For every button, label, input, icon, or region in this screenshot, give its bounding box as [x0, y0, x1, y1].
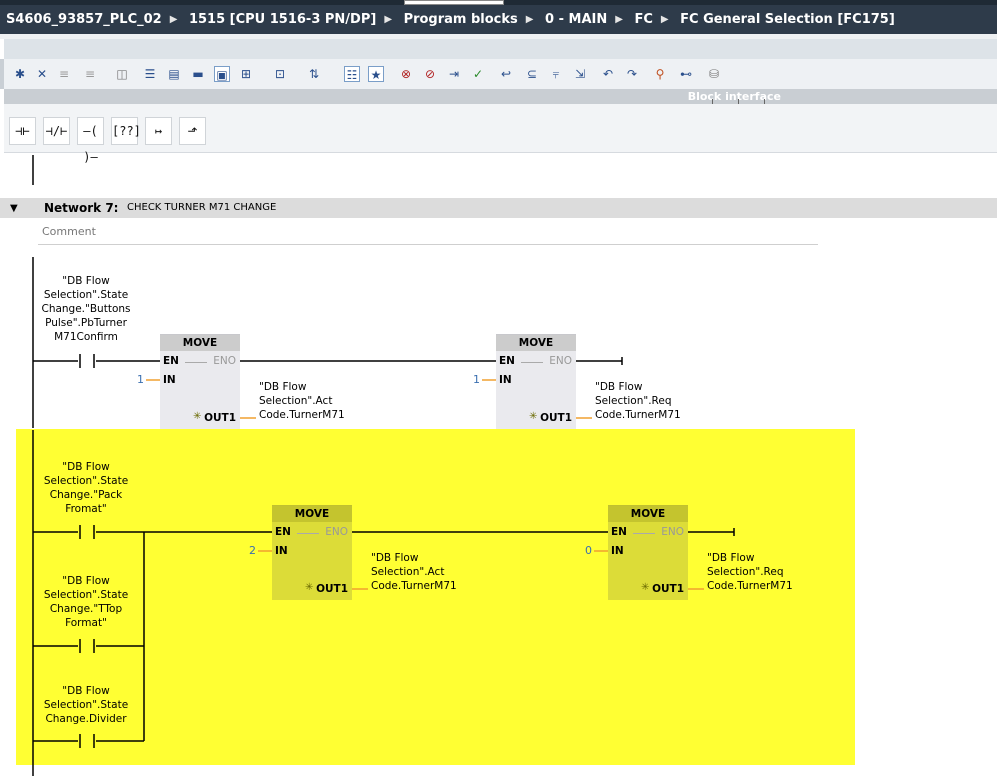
move-title: MOVE	[496, 335, 576, 351]
eno-pin: ENO	[661, 526, 684, 538]
operand-line: "DB Flow	[62, 275, 110, 287]
operand-line: Selection".Act	[259, 395, 333, 407]
en-pin: EN	[275, 526, 291, 538]
in-pin: IN	[163, 374, 176, 386]
out1-pin: OUT1	[316, 583, 348, 595]
in-pin: IN	[611, 545, 624, 557]
rung2-move2-out-operand[interactable]: "DB Flow Selection".Req Code.TurnerM71	[707, 551, 793, 593]
operand-line: Code.TurnerM71	[595, 409, 681, 421]
en-eno-line	[185, 362, 207, 363]
operand-line: Pulse".PbTurner	[45, 317, 127, 329]
add-output-icon[interactable]: ✳	[305, 582, 313, 593]
operand-line: Selection".Act	[371, 566, 445, 578]
out1-pin: OUT1	[204, 412, 236, 424]
eno-pin: ENO	[213, 355, 236, 367]
rung1-move2-box[interactable]: MOVE EN ENO IN ✳ OUT1	[496, 334, 576, 429]
operand-line: Code.TurnerM71	[371, 580, 457, 592]
in-pin: IN	[275, 545, 288, 557]
in-pin: IN	[499, 374, 512, 386]
move-title: MOVE	[160, 335, 240, 351]
en-pin: EN	[611, 526, 627, 538]
rung2-move1-out-operand[interactable]: "DB Flow Selection".Act Code.TurnerM71	[371, 551, 457, 593]
en-eno-line	[521, 362, 543, 363]
operand-line: Change.Divider	[45, 713, 127, 725]
eno-pin: ENO	[325, 526, 348, 538]
add-output-icon[interactable]: ✳	[641, 582, 649, 593]
operand-line: Selection".State	[43, 475, 129, 487]
en-pin: EN	[163, 355, 179, 367]
operand-line: Code.TurnerM71	[707, 580, 793, 592]
en-eno-line	[297, 533, 319, 534]
rung1-move1-in-value[interactable]: 1	[130, 373, 144, 386]
operand-line: Selection".State	[43, 589, 129, 601]
add-output-icon[interactable]: ✳	[529, 411, 537, 422]
rung2-move2-box[interactable]: MOVE EN ENO IN ✳ OUT1	[608, 505, 688, 600]
en-pin: EN	[499, 355, 515, 367]
rung1-move2-out-operand[interactable]: "DB Flow Selection".Req Code.TurnerM71	[595, 380, 681, 422]
operand-line: Selection".State	[43, 699, 129, 711]
rung2-contact1-operand[interactable]: "DB Flow Selection".State Change."Pack F…	[24, 460, 148, 516]
rung2-move1-in-value[interactable]: 2	[242, 544, 256, 557]
operand-line: "DB Flow	[62, 461, 110, 473]
rung2-contact2-operand[interactable]: "DB Flow Selection".State Change."TTop F…	[24, 574, 148, 630]
rung2-move2-in-value[interactable]: 0	[578, 544, 592, 557]
operand-line: "DB Flow	[595, 381, 643, 393]
rung2-move1-box[interactable]: MOVE EN ENO IN ✳ OUT1	[272, 505, 352, 600]
move-title: MOVE	[608, 506, 688, 522]
rung1-move2-in-value[interactable]: 1	[466, 373, 480, 386]
operand-line: "DB Flow	[371, 552, 419, 564]
operand-line: "DB Flow	[259, 381, 307, 393]
rung1-contact-operand[interactable]: "DB Flow Selection".State Change."Button…	[24, 274, 148, 344]
eno-pin: ENO	[549, 355, 572, 367]
operand-line: Change."Buttons	[41, 303, 131, 315]
add-output-icon[interactable]: ✳	[193, 411, 201, 422]
out1-pin: OUT1	[652, 583, 684, 595]
operand-line: Change."TTop	[49, 603, 123, 615]
operand-line: Selection".State	[43, 289, 129, 301]
operand-line: "DB Flow	[62, 575, 110, 587]
operand-line: "DB Flow	[62, 685, 110, 697]
operand-line: Fromat"	[65, 503, 107, 515]
out1-pin: OUT1	[540, 412, 572, 424]
rung1-move1-box[interactable]: MOVE EN ENO IN ✳ OUT1	[160, 334, 240, 429]
move-title: MOVE	[272, 506, 352, 522]
operand-line: Selection".Req	[707, 566, 784, 578]
en-eno-line	[633, 533, 655, 534]
operand-line: Format"	[65, 617, 107, 629]
operand-line: "DB Flow	[707, 552, 755, 564]
operand-line: Change."Pack	[49, 489, 123, 501]
operand-line: Selection".Req	[595, 395, 672, 407]
operand-line: M71Confirm	[54, 331, 118, 343]
rung1-move1-out-operand[interactable]: "DB Flow Selection".Act Code.TurnerM71	[259, 380, 345, 422]
operand-line: Code.TurnerM71	[259, 409, 345, 421]
rung2-contact3-operand[interactable]: "DB Flow Selection".State Change.Divider	[24, 684, 148, 726]
